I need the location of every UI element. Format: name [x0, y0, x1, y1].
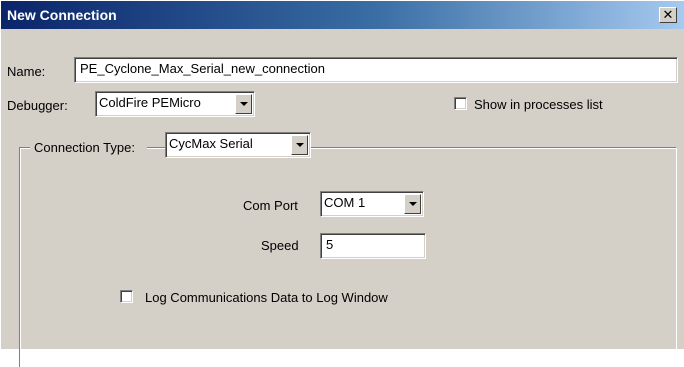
chevron-down-icon[interactable] [291, 135, 308, 155]
name-input-value: PE_Cyclone_Max_Serial_new_connection [80, 61, 325, 76]
connection-type-legend: Connection Type: [30, 134, 147, 162]
chevron-down-icon[interactable] [404, 194, 421, 214]
com-port-dropdown-value: COM 1 [324, 195, 366, 210]
close-icon: ✕ [662, 7, 674, 22]
debugger-dropdown[interactable]: ColdFire PEMicro [95, 91, 255, 117]
com-port-label: Com Port [243, 198, 298, 213]
debugger-label: Debugger: [7, 98, 68, 113]
show-in-processes-label: Show in processes list [474, 97, 603, 112]
com-port-dropdown[interactable]: COM 1 [320, 191, 424, 217]
name-input[interactable]: PE_Cyclone_Max_Serial_new_connection [74, 57, 678, 83]
debugger-dropdown-value: ColdFire PEMicro [99, 95, 201, 110]
connection-type-dropdown-value: CycMax Serial [169, 136, 253, 151]
group-border-gap [311, 157, 327, 161]
log-communications-label: Log Communications Data to Log Window [145, 290, 388, 305]
speed-label: Speed [261, 238, 299, 253]
close-button[interactable]: ✕ [659, 7, 677, 23]
title-bar: New Connection ✕ [1, 1, 684, 29]
show-in-processes-checkbox[interactable] [454, 97, 467, 110]
connection-type-dropdown[interactable]: CycMax Serial [165, 132, 311, 158]
chevron-down-icon[interactable] [235, 94, 252, 114]
connection-type-label: Connection Type: [34, 140, 135, 155]
dialog-title: New Connection [7, 7, 117, 23]
speed-input-value: 5 [326, 237, 334, 252]
speed-input[interactable]: 5 [320, 233, 426, 259]
log-communications-checkbox[interactable] [120, 290, 133, 303]
name-label: Name: [7, 64, 46, 79]
new-connection-dialog: New Connection ✕ Name: PE_Cyclone_Max_Se… [0, 0, 684, 367]
